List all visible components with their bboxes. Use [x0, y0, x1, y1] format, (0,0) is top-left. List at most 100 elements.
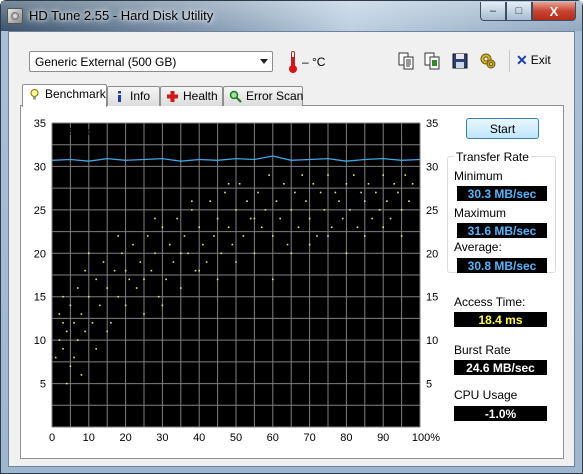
access-time-point: [157, 295, 160, 298]
access-time-point: [378, 209, 381, 211]
tab-error-scan[interactable]: Error Scan: [223, 86, 303, 106]
y-left-tick-label: 10: [34, 335, 46, 347]
access-time-point: [62, 348, 64, 350]
copy-screen-icon[interactable]: [423, 52, 441, 70]
y-left-tick-label: 35: [34, 118, 46, 130]
access-time-value: 18.4 ms: [454, 312, 547, 327]
y-right-tick-label: 20: [426, 248, 438, 260]
access-time-point: [327, 174, 329, 176]
access-time-point: [95, 278, 97, 281]
x-tick-label: 90: [377, 432, 389, 444]
save-icon[interactable]: [451, 52, 469, 70]
access-time-point: [80, 374, 83, 376]
access-time-point: [168, 243, 171, 246]
tab-benchmark[interactable]: Benchmark: [22, 84, 107, 107]
tab-health[interactable]: Health: [160, 86, 223, 106]
chevron-down-icon[interactable]: [260, 59, 268, 64]
access-time-point: [143, 313, 145, 315]
access-time-point: [411, 183, 414, 185]
y-right-tick-label: 35: [426, 118, 438, 130]
access-time-point: [161, 226, 164, 229]
access-time-point: [220, 252, 223, 255]
title-bar[interactable]: HD Tune 2.55 - Hard Disk Utility – □ X: [1, 1, 582, 31]
y-right-tick-label: 10: [426, 335, 438, 347]
bulb-icon: [30, 89, 39, 100]
tab-error-scan-label: Error Scan: [246, 89, 304, 103]
app-window: HD Tune 2.55 - Hard Disk Utility – □ X G…: [0, 0, 583, 474]
access-time-point: [58, 313, 61, 315]
access-time-point: [253, 252, 256, 255]
access-time-point: [393, 183, 396, 185]
access-time-point: [260, 226, 263, 229]
exit-button[interactable]: ✕ Exit: [516, 53, 551, 67]
access-time-point: [272, 235, 274, 237]
access-time-point: [364, 200, 366, 202]
options-icon[interactable]: [479, 52, 497, 70]
access-time-point: [297, 226, 300, 229]
thermometer-icon: [289, 51, 297, 73]
access-time-point: [279, 217, 281, 220]
window-controls: – □ X: [480, 2, 576, 21]
health-cross-icon: [167, 91, 178, 102]
access-time-point: [334, 191, 337, 194]
access-time-point: [352, 174, 355, 176]
minimize-button[interactable]: –: [480, 2, 506, 21]
access-time-point: [312, 183, 315, 185]
access-time-point: [283, 183, 285, 185]
access-time-point: [404, 174, 407, 176]
access-time-point: [117, 295, 120, 298]
x-tick-label: 10: [83, 432, 95, 444]
toolbar-separator: [509, 50, 510, 72]
y-right-tick-label: 5: [426, 379, 432, 391]
y-right-tick-label: 15: [426, 292, 438, 304]
access-time-point: [194, 269, 197, 272]
access-time-point: [146, 235, 149, 237]
x-tick-label: 50: [230, 432, 242, 444]
tab-benchmark-label: Benchmark: [45, 87, 106, 101]
access-time-point: [150, 269, 153, 272]
access-time-point: [209, 200, 212, 202]
drive-select[interactable]: Generic External (500 GB): [29, 51, 273, 72]
access-time-point: [323, 209, 326, 211]
access-time-point: [84, 330, 86, 333]
maximize-button[interactable]: □: [506, 2, 532, 21]
access-time-point: [76, 287, 79, 289]
access-time-point: [191, 209, 193, 211]
transfer-rate-label: Transfer Rate: [454, 150, 531, 164]
close-button[interactable]: X: [532, 2, 576, 21]
access-time-point: [73, 321, 75, 324]
access-time-point: [106, 330, 108, 333]
access-time-point: [65, 382, 68, 385]
access-time-point: [172, 261, 175, 263]
start-button[interactable]: Start: [466, 118, 539, 139]
y-left-tick-label: 25: [34, 205, 46, 217]
access-time-point: [154, 217, 156, 220]
minimum-value: 30.3 MB/sec: [457, 186, 547, 201]
access-time-point: [121, 252, 123, 255]
access-time-point: [367, 183, 370, 185]
access-time-point: [213, 235, 215, 237]
access-time-point: [253, 217, 256, 220]
access-time-point: [249, 217, 252, 220]
tab-info[interactable]: Info: [107, 86, 160, 106]
burst-rate-value: 24.6 MB/sec: [454, 360, 547, 375]
access-time-point: [198, 226, 200, 229]
x-tick-label: 20: [119, 432, 131, 444]
access-time-point: [76, 339, 79, 341]
access-time-point: [180, 287, 182, 289]
access-time-point: [345, 252, 348, 255]
access-time-point: [301, 174, 304, 176]
copy-text-icon[interactable]: [397, 52, 415, 70]
access-time-point: [305, 200, 307, 202]
drive-select-value: Generic External (500 GB): [35, 55, 177, 69]
maximum-label: Maximum: [454, 206, 507, 220]
access-time-point: [117, 235, 120, 237]
access-time-point: [294, 191, 296, 194]
access-time-point: [58, 339, 61, 341]
access-time-point: [110, 321, 112, 324]
access-time-point: [124, 304, 127, 307]
average-value: 30.8 MB/sec: [457, 258, 547, 273]
access-time-point: [143, 278, 145, 281]
access-time-point: [54, 356, 57, 359]
access-time-point: [176, 217, 178, 220]
